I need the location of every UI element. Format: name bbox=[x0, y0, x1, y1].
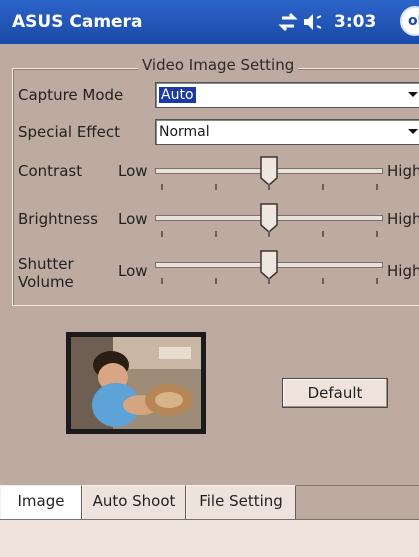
tab-image[interactable]: Image bbox=[0, 485, 82, 519]
slider-tick bbox=[215, 184, 217, 190]
status-icons bbox=[278, 12, 322, 32]
connectivity-icon[interactable] bbox=[278, 12, 298, 32]
special-effect-dropdown[interactable]: Normal bbox=[155, 119, 419, 145]
app-title: ASUS Camera bbox=[12, 12, 143, 32]
bottom-bar bbox=[0, 519, 419, 557]
contrast-low-label: Low bbox=[118, 162, 148, 180]
group-title: Video Image Setting bbox=[138, 56, 299, 74]
slider-tick bbox=[376, 278, 378, 284]
slider-tick bbox=[215, 231, 217, 237]
title-bar: ASUS Camera 3:03 ok bbox=[0, 0, 419, 44]
chevron-down-icon bbox=[408, 129, 418, 134]
shutter-volume-label: Shutter Volume bbox=[18, 255, 74, 291]
volume-icon[interactable] bbox=[304, 14, 322, 30]
brightness-label: Brightness bbox=[18, 210, 98, 228]
default-button[interactable]: Default bbox=[282, 378, 388, 408]
slider-tick bbox=[376, 231, 378, 237]
clock[interactable]: 3:03 bbox=[334, 12, 376, 32]
slider-tick bbox=[322, 184, 324, 190]
slider-tick bbox=[268, 278, 270, 284]
ok-button[interactable]: ok bbox=[400, 6, 419, 36]
shutter-label-line1: Shutter bbox=[18, 255, 74, 273]
special-effect-label: Special Effect bbox=[18, 123, 120, 141]
brightness-low-label: Low bbox=[118, 210, 148, 228]
chevron-down-icon bbox=[408, 92, 418, 97]
slider-tick bbox=[161, 278, 163, 284]
slider-tick bbox=[161, 231, 163, 237]
special-effect-value: Normal bbox=[159, 124, 210, 140]
tab-strip-line bbox=[296, 485, 419, 486]
camera-preview-image bbox=[71, 337, 201, 429]
tab-auto-shoot[interactable]: Auto Shoot bbox=[82, 485, 186, 519]
slider-tick bbox=[161, 184, 163, 190]
shutter-volume-high-label: High bbox=[387, 262, 419, 280]
brightness-high-label: High bbox=[387, 210, 419, 228]
camera-preview bbox=[66, 332, 206, 434]
brightness-slider-thumb[interactable] bbox=[260, 203, 278, 233]
slider-tick bbox=[215, 278, 217, 284]
capture-mode-value: Auto bbox=[159, 87, 196, 103]
capture-mode-label: Capture Mode bbox=[18, 86, 124, 104]
shutter-label-line2: Volume bbox=[18, 273, 74, 291]
slider-tick bbox=[268, 231, 270, 237]
contrast-label: Contrast bbox=[18, 162, 83, 180]
slider-tick bbox=[268, 184, 270, 190]
contrast-slider-thumb[interactable] bbox=[260, 156, 278, 186]
shutter-volume-low-label: Low bbox=[118, 262, 148, 280]
tab-file-setting[interactable]: File Setting bbox=[186, 485, 296, 519]
contrast-high-label: High bbox=[387, 162, 419, 180]
shutter-volume-slider-thumb[interactable] bbox=[260, 250, 278, 280]
slider-tick bbox=[322, 278, 324, 284]
capture-mode-dropdown[interactable]: Auto bbox=[155, 82, 419, 108]
slider-tick bbox=[376, 184, 378, 190]
slider-tick bbox=[322, 231, 324, 237]
